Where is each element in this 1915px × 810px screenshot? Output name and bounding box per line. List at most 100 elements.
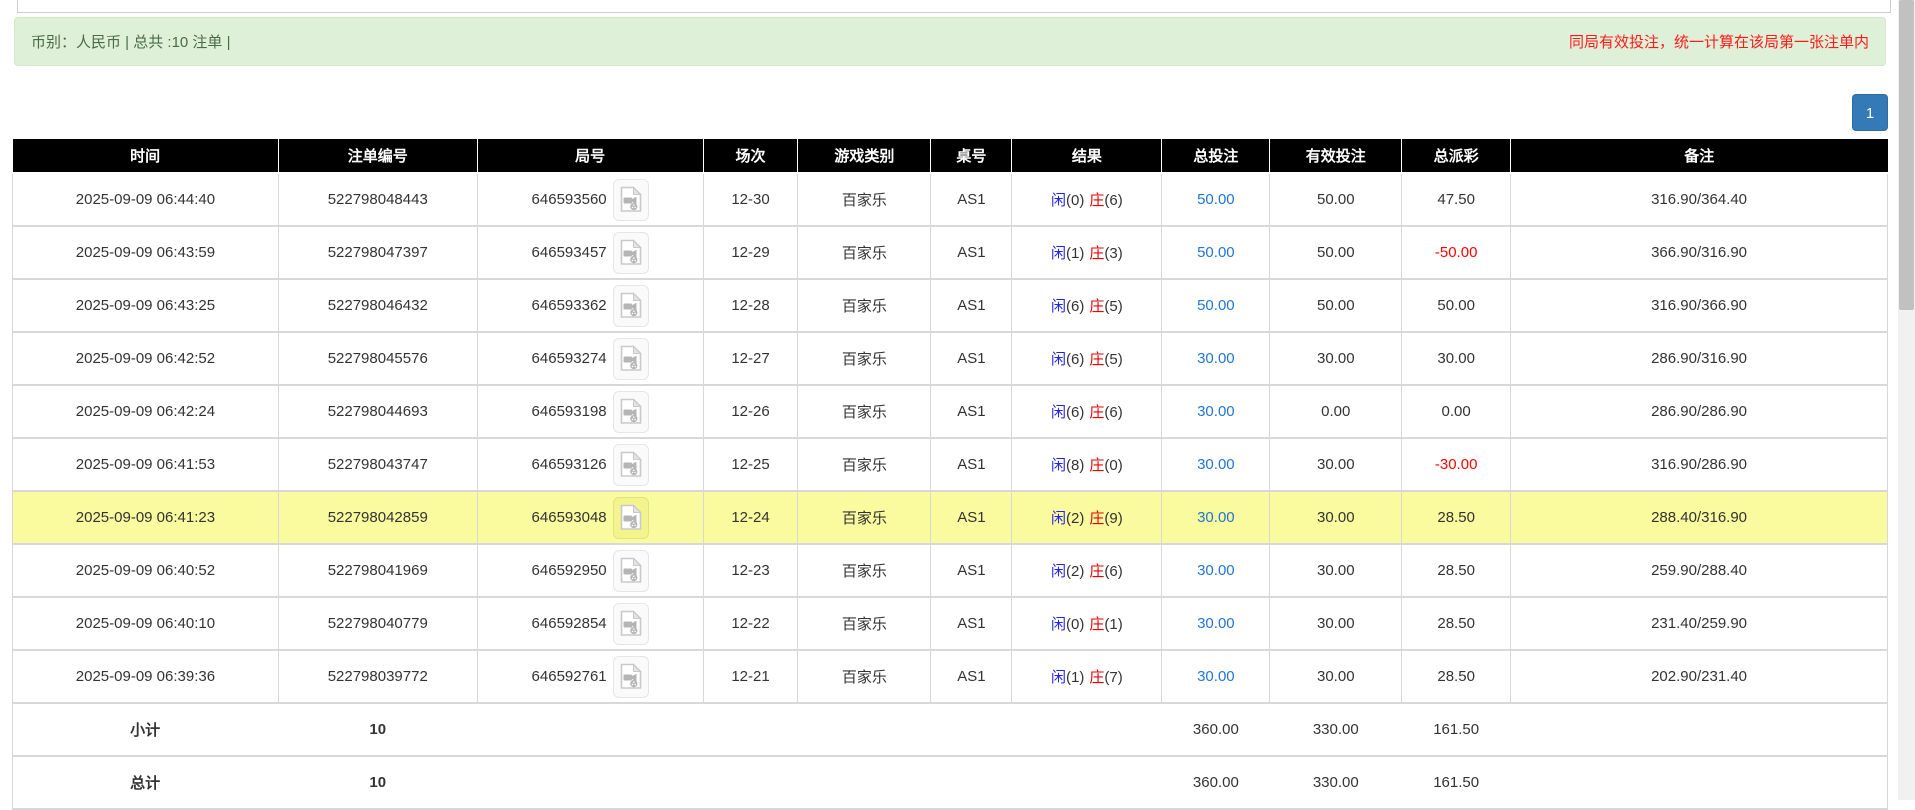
time-cell: 2025-09-09 06:39:36 — [12, 650, 279, 704]
table-footer: 小计 10 360.00 330.00 161.50 总计 10 360.00 … — [12, 702, 1888, 810]
payout-value: 47.50 — [1437, 191, 1475, 208]
payout-value: 28.50 — [1437, 668, 1475, 685]
game-type-cell: 百家乐 — [797, 438, 932, 492]
result-banker-label: 庄 — [1089, 192, 1105, 209]
game-type-cell: 百家乐 — [797, 385, 932, 439]
bet-id-cell: 522798039772 — [278, 650, 478, 704]
total-bet-cell: 30.00 — [1161, 597, 1271, 651]
col-header-table-no: 桌号 — [930, 139, 1013, 174]
payout-value: -50.00 — [1434, 244, 1478, 261]
result-banker-label: 庄 — [1089, 510, 1105, 527]
round-id-value: 646593362 — [531, 297, 607, 314]
result-player-count: (6) — [1066, 351, 1085, 368]
total-payout: 161.50 — [1400, 755, 1512, 810]
grand-total-row: 总计 10 360.00 330.00 161.50 — [12, 755, 1888, 810]
round-id-value: 646593457 — [531, 244, 607, 261]
result-banker-count: (6) — [1104, 192, 1123, 209]
table-no-cell: AS1 — [930, 438, 1013, 492]
remark-cell: 316.90/366.90 — [1510, 279, 1888, 333]
session-cell: 12-22 — [703, 597, 799, 651]
time-cell: 2025-09-09 06:42:52 — [12, 332, 279, 386]
total-bet-link[interactable]: 30.00 — [1197, 456, 1235, 473]
result-banker-label: 庄 — [1089, 351, 1105, 368]
round-id-cell: 646593048 — [477, 491, 704, 545]
remark-cell: 366.90/316.90 — [1510, 226, 1888, 280]
total-bet-link[interactable]: 50.00 — [1197, 244, 1235, 261]
round-id-value: 646592761 — [531, 668, 607, 685]
video-replay-button[interactable] — [612, 178, 649, 221]
scrollbar-thumb[interactable] — [1899, 0, 1914, 310]
video-file-icon — [620, 398, 642, 424]
video-file-icon — [620, 292, 642, 318]
result-player-label: 闲 — [1051, 298, 1067, 315]
table-no-cell: AS1 — [930, 279, 1013, 333]
video-replay-button[interactable] — [612, 602, 649, 645]
session-cell: 12-23 — [703, 544, 799, 598]
video-file-icon — [620, 345, 642, 371]
result-player-count: (1) — [1066, 669, 1085, 686]
time-cell: 2025-09-09 06:42:24 — [12, 385, 279, 439]
table-no-cell: AS1 — [930, 650, 1013, 704]
payout-value: -30.00 — [1434, 456, 1478, 473]
result-player-label: 闲 — [1051, 192, 1067, 209]
video-replay-button[interactable] — [612, 496, 649, 539]
round-id-cell: 646593198 — [477, 385, 704, 439]
video-replay-button[interactable] — [612, 549, 649, 592]
remark-cell: 231.40/259.90 — [1510, 597, 1888, 651]
total-bet-link[interactable]: 30.00 — [1197, 350, 1235, 367]
vertical-scrollbar[interactable] — [1898, 0, 1915, 800]
video-replay-button[interactable] — [612, 655, 649, 698]
valid-bet-cell: 50.00 — [1269, 279, 1403, 333]
round-id-cell: 646593457 — [477, 226, 704, 280]
result-banker-label: 庄 — [1089, 616, 1105, 633]
total-bet-link[interactable]: 30.00 — [1197, 668, 1235, 685]
payout-cell: 28.50 — [1401, 544, 1512, 598]
game-type-cell: 百家乐 — [797, 173, 932, 227]
result-banker-count: (9) — [1104, 510, 1123, 527]
session-cell: 12-25 — [703, 438, 799, 492]
total-label: 总计 — [12, 755, 279, 810]
total-bet-cell: 30.00 — [1161, 332, 1271, 386]
video-replay-button[interactable] — [612, 443, 649, 486]
total-bet-link[interactable]: 50.00 — [1197, 191, 1235, 208]
game-type-cell: 百家乐 — [797, 544, 932, 598]
subtotal-label: 小计 — [12, 702, 279, 757]
video-file-icon — [620, 557, 642, 583]
table-row: 2025-09-09 06:42:52 522798045576 6465932… — [12, 332, 1888, 386]
bet-id-cell: 522798040779 — [278, 597, 478, 651]
page-1-button[interactable]: 1 — [1852, 94, 1888, 131]
result-banker-count: (6) — [1104, 563, 1123, 580]
pagination-bar: 1 — [12, 94, 1888, 131]
video-replay-button[interactable] — [612, 337, 649, 380]
bet-records-table: 时间 注单编号 局号 场次 游戏类别 桌号 结果 总投注 有效投注 总派彩 备注… — [12, 139, 1888, 810]
payout-cell: -30.00 — [1401, 438, 1512, 492]
table-row: 2025-09-09 06:43:25 522798046432 6465933… — [12, 279, 1888, 333]
table-no-cell: AS1 — [930, 332, 1013, 386]
video-file-icon — [620, 504, 642, 530]
round-id-value: 646592950 — [531, 562, 607, 579]
video-replay-button[interactable] — [612, 231, 649, 274]
round-id-cell: 646592854 — [477, 597, 704, 651]
bet-id-cell: 522798045576 — [278, 332, 478, 386]
time-cell: 2025-09-09 06:44:40 — [12, 173, 279, 227]
total-bet-link[interactable]: 30.00 — [1197, 562, 1235, 579]
subtotal-valid-bet: 330.00 — [1268, 702, 1403, 757]
total-bet-link[interactable]: 30.00 — [1197, 509, 1235, 526]
payout-cell: 47.50 — [1401, 173, 1512, 227]
round-id-value: 646593126 — [531, 456, 607, 473]
table-no-cell: AS1 — [930, 544, 1013, 598]
session-cell: 12-30 — [703, 173, 799, 227]
total-bet-link[interactable]: 30.00 — [1197, 615, 1235, 632]
time-cell: 2025-09-09 06:41:23 — [12, 491, 279, 545]
remark-cell: 316.90/286.90 — [1510, 438, 1888, 492]
result-cell: 闲(0) 庄(6) — [1011, 173, 1163, 227]
bet-id-cell: 522798043747 — [278, 438, 478, 492]
time-cell: 2025-09-09 06:40:10 — [12, 597, 279, 651]
video-replay-button[interactable] — [612, 284, 649, 327]
video-file-icon — [620, 610, 642, 636]
table-row: 2025-09-09 06:42:24 522798044693 6465931… — [12, 385, 1888, 439]
valid-bet-cell: 30.00 — [1269, 491, 1403, 545]
total-bet-link[interactable]: 30.00 — [1197, 403, 1235, 420]
total-bet-link[interactable]: 50.00 — [1197, 297, 1235, 314]
video-replay-button[interactable] — [612, 390, 649, 433]
